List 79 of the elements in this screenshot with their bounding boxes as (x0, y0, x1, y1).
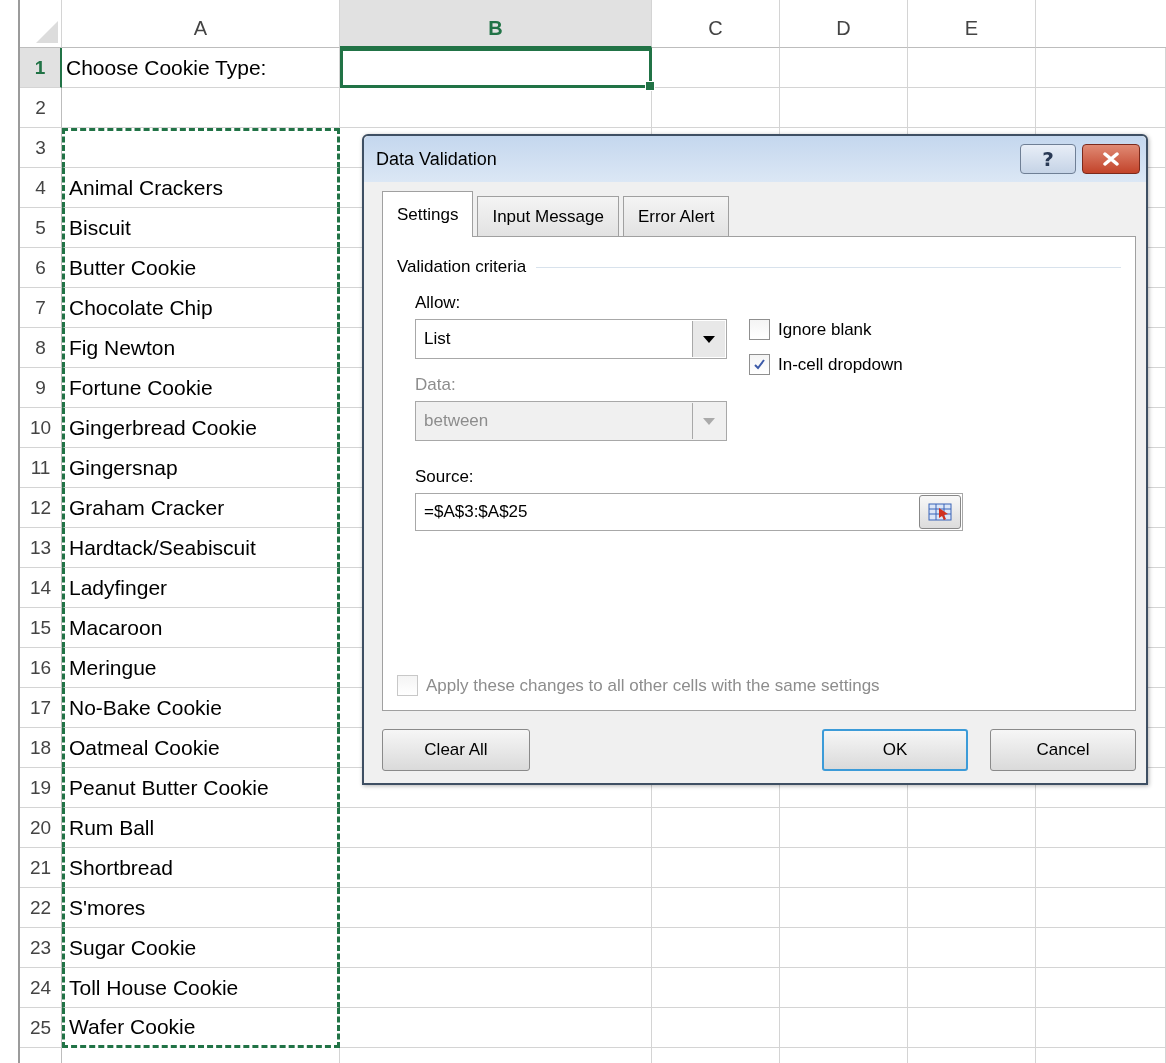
row-header[interactable]: 17 (20, 688, 62, 728)
close-button[interactable] (1082, 144, 1140, 174)
active-cell[interactable] (340, 48, 652, 88)
field-label: Data: (415, 375, 456, 395)
table-cell: Biscuit (62, 208, 340, 248)
field-label: Allow: (415, 293, 461, 313)
table-cell: Gingersnap (62, 448, 340, 488)
close-icon (1102, 152, 1120, 166)
table-cell: Animal Crackers (62, 168, 340, 208)
table-cell: Graham Cracker (62, 488, 340, 528)
row-header[interactable]: 10 (20, 408, 62, 448)
table-cell: Hardtack/Seabiscuit (62, 528, 340, 568)
row-header[interactable]: 5 (20, 208, 62, 248)
column-header[interactable]: E (908, 0, 1036, 48)
checkbox-label: Apply these changes to all other cells with the same settings (426, 675, 880, 696)
table-cell: Rum Ball (62, 808, 340, 848)
table-cell: Meringue (62, 648, 340, 688)
column-header[interactable]: D (780, 0, 908, 48)
row-header[interactable]: 23 (20, 928, 62, 968)
checkbox-label: Ignore blank (778, 319, 872, 340)
table-cell: Gingerbread Cookie (62, 408, 340, 448)
row-header[interactable]: 15 (20, 608, 62, 648)
dialog-button[interactable]: Clear All (382, 729, 530, 771)
row-header[interactable]: 9 (20, 368, 62, 408)
checkmark-icon (752, 357, 767, 372)
table-cell: Butter Cookie (62, 248, 340, 288)
row-header[interactable]: 14 (20, 568, 62, 608)
table-cell: Wafer Cookie (62, 1008, 340, 1048)
tab[interactable]: Error Alert (622, 196, 730, 236)
checkbox[interactable] (749, 354, 770, 375)
row-header[interactable]: 24 (20, 968, 62, 1008)
checkbox-label: In-cell dropdown (778, 354, 903, 375)
source-field[interactable]: =$A$3:$A$25 (415, 493, 963, 531)
column-header[interactable]: B (340, 0, 652, 48)
dialog-button[interactable]: Cancel (990, 729, 1136, 771)
range-picker-button[interactable] (919, 495, 961, 529)
caret-icon (703, 335, 715, 343)
table-cell: No-Bake Cookie (62, 688, 340, 728)
row-header[interactable]: 11 (20, 448, 62, 488)
table-cell: Choose Cookie Type: (62, 48, 340, 88)
help-button[interactable]: ? (1020, 144, 1076, 174)
field-label: Source: (415, 467, 474, 487)
tab[interactable]: Input Message (477, 196, 619, 236)
table-cell: Macaroon (62, 608, 340, 648)
row-header[interactable]: 2 (20, 88, 62, 128)
caret-icon (703, 417, 715, 425)
table-cell: S'mores (62, 888, 340, 928)
window-title: Data Validation (376, 148, 498, 170)
row-header[interactable]: 20 (20, 808, 62, 848)
row-header[interactable]: 19 (20, 768, 62, 808)
table-cell: Ladyfinger (62, 568, 340, 608)
range-picker-icon (928, 502, 952, 522)
row-header[interactable]: 22 (20, 888, 62, 928)
row-header[interactable]: 1 (20, 48, 62, 88)
column-header[interactable]: C (652, 0, 780, 48)
table-cell: Peanut Butter Cookie (62, 768, 340, 808)
row-header[interactable]: 13 (20, 528, 62, 568)
row-header[interactable]: 6 (20, 248, 62, 288)
checkbox[interactable] (749, 319, 770, 340)
row-header[interactable]: 7 (20, 288, 62, 328)
table-cell: Sugar Cookie (62, 928, 340, 968)
dialog-button[interactable]: OK (822, 729, 968, 771)
row-header[interactable]: 25 (20, 1008, 62, 1048)
tab[interactable]: Settings (382, 191, 474, 237)
row-header[interactable]: 3 (20, 128, 62, 168)
row-header[interactable]: 12 (20, 488, 62, 528)
section-heading: Validation criteria (397, 257, 527, 277)
row-header[interactable]: 8 (20, 328, 62, 368)
row-header[interactable]: 4 (20, 168, 62, 208)
table-cell: Chocolate Chip (62, 288, 340, 328)
row-header[interactable]: 21 (20, 848, 62, 888)
table-cell: Shortbread (62, 848, 340, 888)
row-header[interactable]: 16 (20, 648, 62, 688)
row-header[interactable]: 18 (20, 728, 62, 768)
table-cell: Fortune Cookie (62, 368, 340, 408)
table-cell: Oatmeal Cookie (62, 728, 340, 768)
allow-dropdown[interactable]: List (415, 319, 727, 359)
table-cell: Toll House Cookie (62, 968, 340, 1008)
table-cell: Fig Newton (62, 328, 340, 368)
